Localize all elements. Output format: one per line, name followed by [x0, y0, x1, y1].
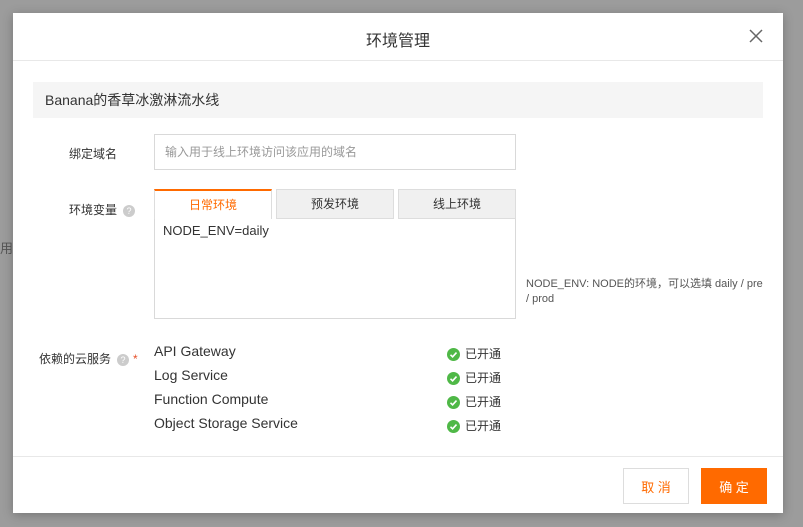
- dialog-footer: 取 消 确 定: [13, 456, 783, 513]
- check-circle-icon: [447, 372, 460, 386]
- check-circle-icon: [447, 420, 460, 434]
- dialog-title: 环境管理: [365, 33, 430, 50]
- service-name: Function Compute: [154, 391, 269, 407]
- tab-prod[interactable]: 线上环境: [398, 189, 516, 219]
- services-label-row: 依赖的云服务? *: [39, 350, 138, 367]
- env-vars-label-row: 环境变量?: [69, 201, 136, 218]
- required-mark: *: [133, 352, 138, 366]
- tab-daily[interactable]: 日常环境: [154, 189, 272, 219]
- env-management-dialog: 环境管理 Banana的香草冰激淋流水线 绑定域名 环境变量? 日常环境 预发环…: [13, 13, 783, 513]
- service-status: 已开通: [447, 369, 501, 386]
- background-hint-text: 用: [0, 241, 14, 256]
- service-status-text: 已开通: [465, 419, 502, 433]
- service-status-text: 已开通: [465, 371, 502, 385]
- env-vars-help-text: NODE_ENV: NODE的环境，可以选填 daily / pre / pro…: [526, 278, 763, 305]
- help-icon[interactable]: ?: [123, 204, 136, 217]
- check-circle-icon: [447, 396, 460, 410]
- env-vars-textarea[interactable]: [154, 219, 516, 319]
- service-name: Log Service: [154, 367, 228, 383]
- service-name: API Gateway: [154, 343, 236, 359]
- env-tabs: 日常环境 预发环境 线上环境: [154, 189, 516, 219]
- domain-label: 绑定域名: [69, 147, 118, 161]
- close-icon[interactable]: [747, 27, 765, 45]
- dialog-header: 环境管理: [13, 13, 783, 61]
- confirm-button[interactable]: 确 定: [701, 468, 767, 504]
- domain-label-row: 绑定域名: [69, 145, 117, 162]
- services-label: 依赖的云服务: [39, 352, 112, 366]
- service-name: Object Storage Service: [154, 415, 298, 431]
- tab-pre[interactable]: 预发环境: [276, 189, 394, 219]
- service-status-text: 已开通: [465, 395, 502, 409]
- service-status: 已开通: [447, 417, 501, 434]
- service-status: 已开通: [447, 393, 501, 410]
- env-vars-label: 环境变量: [69, 203, 118, 217]
- cancel-button[interactable]: 取 消: [623, 468, 689, 504]
- app-name-bar: Banana的香草冰激淋流水线: [33, 82, 763, 118]
- check-circle-icon: [447, 348, 460, 362]
- service-status-text: 已开通: [465, 347, 502, 361]
- domain-input[interactable]: [154, 134, 516, 170]
- service-status: 已开通: [447, 345, 501, 362]
- help-icon[interactable]: ?: [117, 353, 130, 366]
